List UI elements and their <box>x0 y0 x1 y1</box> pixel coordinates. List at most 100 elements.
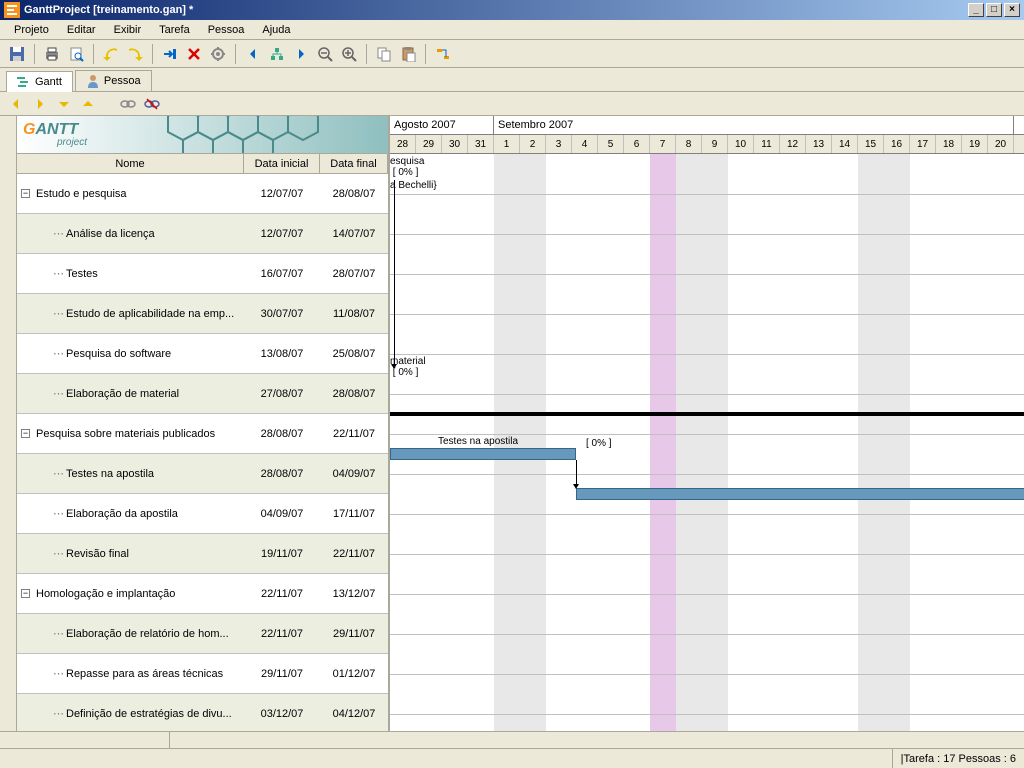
task-end: 22/11/07 <box>320 548 388 560</box>
gantt-bar[interactable] <box>390 448 576 460</box>
gantt-icon <box>17 75 31 89</box>
minimize-button[interactable]: _ <box>968 3 984 17</box>
menu-ajuda[interactable]: Ajuda <box>254 22 298 38</box>
table-row[interactable]: ⋯Elaboração de material27/08/0728/08/07 <box>17 374 388 414</box>
menu-tarefa[interactable]: Tarefa <box>151 22 198 38</box>
close-button[interactable]: × <box>1004 3 1020 17</box>
unlink-tasks-icon[interactable] <box>142 94 162 114</box>
task-end: 01/12/07 <box>320 668 388 680</box>
task-start: 29/11/07 <box>244 668 320 680</box>
logo-rest: ANTT <box>35 121 78 138</box>
navbar <box>0 92 1024 116</box>
col-end[interactable]: Data final <box>320 154 388 173</box>
nav-up-icon[interactable] <box>78 94 98 114</box>
table-row[interactable]: −Estudo e pesquisa12/07/0728/08/07 <box>17 174 388 214</box>
table-row[interactable]: ⋯Definição de estratégias de divu...03/1… <box>17 694 388 731</box>
task-name: Pesquisa sobre materiais publicados <box>36 428 215 440</box>
gantt-bar[interactable] <box>390 412 1024 416</box>
tree-branch-icon: ⋯ <box>53 707 62 720</box>
menu-projeto[interactable]: Projeto <box>6 22 57 38</box>
task-name: Estudo de aplicabilidade na emp... <box>66 308 234 320</box>
left-scrollbar[interactable] <box>0 116 17 731</box>
day-header: 17 <box>910 135 936 153</box>
task-name: Testes <box>66 268 98 280</box>
titlebar: GanttProject [treinamento.gan] * _ □ × <box>0 0 1024 20</box>
table-row[interactable]: ⋯Testes na apostila28/08/0704/09/07 <box>17 454 388 494</box>
task-props-button[interactable] <box>207 43 229 65</box>
prev-button[interactable] <box>242 43 264 65</box>
paste-button[interactable] <box>397 43 419 65</box>
day-header: 28 <box>390 135 416 153</box>
tree-branch-icon: ⋯ <box>53 667 62 680</box>
day-header: 11 <box>754 135 780 153</box>
task-end: 04/12/07 <box>320 708 388 720</box>
task-start: 03/12/07 <box>244 708 320 720</box>
tab-pessoa-label: Pessoa <box>104 75 141 87</box>
delete-task-button[interactable] <box>183 43 205 65</box>
zoom-in-button[interactable] <box>338 43 360 65</box>
center-button[interactable] <box>266 43 288 65</box>
tab-gantt[interactable]: Gantt <box>6 71 73 92</box>
statusbar: | Tarefa : 17 Pessoas : 6 <box>0 748 1024 768</box>
save-button[interactable] <box>6 43 28 65</box>
next-button[interactable] <box>290 43 312 65</box>
task-start: 13/08/07 <box>244 348 320 360</box>
tree-collapse-icon[interactable]: − <box>21 589 30 598</box>
table-row[interactable]: −Homologação e implantação22/11/0713/12/… <box>17 574 388 614</box>
print-button[interactable] <box>41 43 63 65</box>
day-header: 12 <box>780 135 806 153</box>
day-header: 9 <box>702 135 728 153</box>
task-name: Revisão final <box>66 548 129 560</box>
menu-pessoa[interactable]: Pessoa <box>200 22 253 38</box>
task-start: 28/08/07 <box>244 468 320 480</box>
table-row[interactable]: ⋯Elaboração de relatório de hom...22/11/… <box>17 614 388 654</box>
person-icon <box>86 74 100 88</box>
tree-branch-icon: ⋯ <box>53 227 62 240</box>
col-start[interactable]: Data inicial <box>244 154 320 173</box>
task-end: 11/08/07 <box>320 308 388 320</box>
gantt-bar[interactable] <box>576 488 1024 500</box>
tab-pessoa[interactable]: Pessoa <box>75 70 152 91</box>
tree-collapse-icon[interactable]: − <box>21 189 30 198</box>
copy-button[interactable] <box>373 43 395 65</box>
day-header: 8 <box>676 135 702 153</box>
table-row[interactable]: −Pesquisa sobre materiais publicados28/0… <box>17 414 388 454</box>
table-row[interactable]: ⋯Revisão final19/11/0722/11/07 <box>17 534 388 574</box>
menu-editar[interactable]: Editar <box>59 22 104 38</box>
bottom-scrollbar[interactable] <box>0 731 1024 748</box>
table-row[interactable]: ⋯Pesquisa do software13/08/0725/08/07 <box>17 334 388 374</box>
table-row[interactable]: ⋯Elaboração da apostila04/09/0717/11/07 <box>17 494 388 534</box>
day-header: 31 <box>468 135 494 153</box>
nav-right-icon[interactable] <box>30 94 50 114</box>
redo-button[interactable] <box>124 43 146 65</box>
col-name[interactable]: Nome <box>17 154 244 173</box>
nav-down-icon[interactable] <box>54 94 74 114</box>
task-name: Repasse para as áreas técnicas <box>66 668 223 680</box>
logo-sub: project <box>57 137 87 148</box>
tree-collapse-icon[interactable]: − <box>21 429 30 438</box>
maximize-button[interactable]: □ <box>986 3 1002 17</box>
day-header: 13 <box>806 135 832 153</box>
task-end: 25/08/07 <box>320 348 388 360</box>
zoom-out-button[interactable] <box>314 43 336 65</box>
tree-branch-icon: ⋯ <box>53 467 62 480</box>
link-tasks-icon[interactable] <box>118 94 138 114</box>
table-row[interactable]: ⋯ Repasse para as áreas técnicas 29/11/070… <box>17 654 388 694</box>
table-row[interactable]: ⋯Testes16/07/0728/07/07 <box>17 254 388 294</box>
task-name: Elaboração da apostila <box>66 508 178 520</box>
undo-button[interactable] <box>100 43 122 65</box>
chart-label: a Bechelli} <box>390 180 437 191</box>
task-end: 22/11/07 <box>320 428 388 440</box>
timeline-header: Agosto 2007Setembro 2007 282930311234567… <box>390 116 1024 154</box>
task-start: 19/11/07 <box>244 548 320 560</box>
chart-label: [ 0% ] <box>586 438 612 449</box>
table-row[interactable]: ⋯Estudo de aplicabilidade na emp...30/07… <box>17 294 388 334</box>
preview-button[interactable] <box>65 43 87 65</box>
table-row[interactable]: ⋯Análise da licença12/07/0714/07/07 <box>17 214 388 254</box>
nav-left-icon[interactable] <box>6 94 26 114</box>
new-task-button[interactable] <box>159 43 181 65</box>
link-button[interactable] <box>432 43 454 65</box>
menu-exibir[interactable]: Exibir <box>106 22 150 38</box>
chart-area[interactable]: esquisa [ 0% ]a Bechelli}material [ 0% ]… <box>390 154 1024 731</box>
day-header: 16 <box>884 135 910 153</box>
